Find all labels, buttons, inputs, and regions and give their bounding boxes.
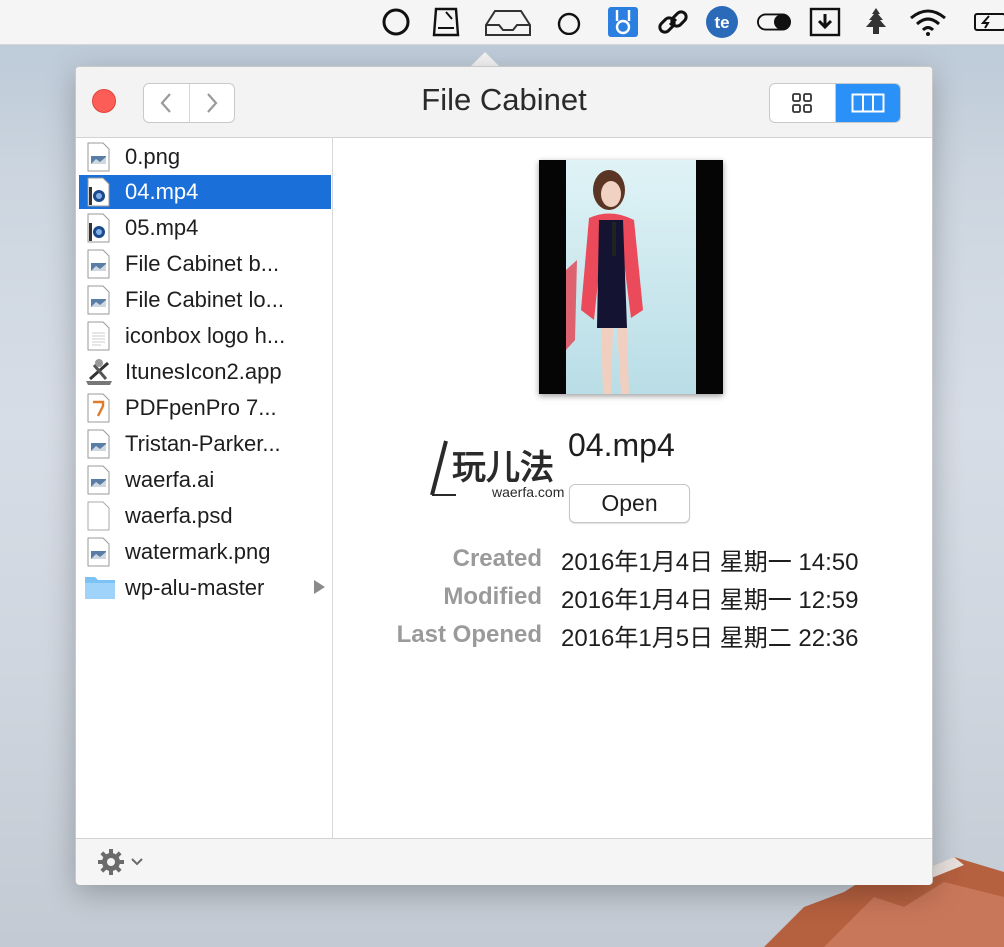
bunny-icon[interactable] bbox=[606, 5, 640, 39]
file-cabinet-window: File Cabinet 0.png 04.mp4 05.mp4 File Ca… bbox=[75, 66, 933, 885]
image-file-icon bbox=[84, 249, 112, 279]
svg-text:玩儿法: 玩儿法 bbox=[452, 448, 554, 488]
list-item[interactable]: iconbox logo h... bbox=[79, 319, 331, 353]
battery-icon[interactable] bbox=[972, 5, 1004, 39]
tree-icon[interactable] bbox=[859, 5, 893, 39]
document-file-icon bbox=[84, 321, 112, 351]
column-view-button[interactable] bbox=[834, 84, 900, 122]
watermark-logo: 玩儿法 waerfa.com bbox=[430, 440, 564, 500]
app-file-icon bbox=[84, 357, 112, 387]
gear-icon bbox=[98, 849, 124, 875]
menubar: te bbox=[0, 0, 1004, 45]
list-item[interactable]: 04.mp4 bbox=[79, 175, 331, 209]
folder-icon bbox=[84, 573, 116, 603]
list-item[interactable]: waerfa.ai bbox=[79, 463, 331, 497]
list-item[interactable]: wp-alu-master bbox=[79, 571, 331, 605]
disclosure-arrow-icon[interactable] bbox=[314, 580, 325, 594]
preview-filename: 04.mp4 bbox=[568, 427, 675, 463]
chevron-down-icon bbox=[131, 858, 143, 866]
view-mode-switcher bbox=[769, 83, 901, 123]
pdf-file-icon bbox=[84, 393, 112, 423]
list-item[interactable]: File Cabinet b... bbox=[79, 247, 331, 281]
list-item[interactable]: File Cabinet lo... bbox=[79, 283, 331, 317]
meta-created: Created 2016年1月4日 星期一 14:50 bbox=[452, 545, 859, 576]
wifi-icon[interactable] bbox=[908, 5, 948, 39]
document-file-icon bbox=[84, 501, 112, 531]
columns-icon bbox=[851, 93, 885, 113]
footer-bar bbox=[76, 838, 932, 885]
popover-arrow bbox=[470, 52, 500, 67]
image-file-icon bbox=[84, 142, 112, 172]
list-item[interactable]: Tristan-Parker... bbox=[79, 427, 331, 461]
file-list: 0.png 04.mp4 05.mp4 File Cabinet b... Fi… bbox=[76, 138, 333, 838]
download-icon[interactable] bbox=[808, 5, 842, 39]
grid-icon bbox=[792, 93, 813, 113]
list-item[interactable]: watermark.png bbox=[79, 535, 331, 569]
list-item[interactable]: 0.png bbox=[79, 140, 331, 174]
device-icon[interactable] bbox=[428, 5, 462, 39]
list-item[interactable]: ItunesIcon2.app bbox=[79, 355, 331, 389]
icon-view-button[interactable] bbox=[770, 84, 835, 122]
image-file-icon bbox=[84, 465, 112, 495]
circle-icon[interactable] bbox=[552, 5, 586, 39]
list-item[interactable]: waerfa.psd bbox=[79, 499, 331, 533]
image-file-icon bbox=[84, 285, 112, 315]
tray-icon[interactable] bbox=[480, 5, 536, 39]
meta-last-opened: Last Opened 2016年1月5日 星期二 22:36 bbox=[396, 621, 859, 652]
svg-text:te: te bbox=[714, 13, 729, 32]
ring-icon[interactable] bbox=[379, 5, 413, 39]
list-item[interactable]: PDFpenPro 7... bbox=[79, 391, 331, 425]
te-icon[interactable]: te bbox=[705, 5, 739, 39]
link-icon[interactable] bbox=[656, 5, 690, 39]
file-metadata: Created 2016年1月4日 星期一 14:50 Modified 201… bbox=[366, 540, 906, 654]
list-item[interactable]: 05.mp4 bbox=[79, 211, 331, 245]
settings-menu-button[interactable] bbox=[96, 847, 146, 877]
meta-modified: Modified 2016年1月4日 星期一 12:59 bbox=[443, 583, 859, 614]
image-file-icon bbox=[84, 429, 112, 459]
titlebar: File Cabinet bbox=[76, 67, 932, 138]
image-file-icon bbox=[84, 537, 112, 567]
open-button[interactable]: Open bbox=[569, 484, 690, 523]
svg-text:waerfa.com: waerfa.com bbox=[491, 484, 564, 500]
video-thumbnail bbox=[539, 160, 723, 394]
video-file-icon bbox=[84, 213, 112, 243]
video-file-icon bbox=[84, 177, 112, 207]
toggle-icon[interactable] bbox=[757, 5, 791, 39]
